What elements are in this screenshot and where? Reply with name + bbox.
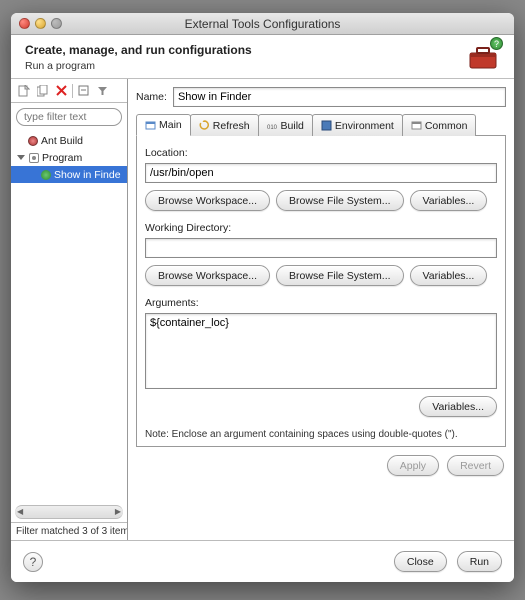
sidebar: Ant Build Program Show in Finde Filter m… [11, 79, 128, 540]
arguments-textarea[interactable] [145, 313, 497, 389]
filter-menu-icon[interactable] [94, 82, 111, 99]
working-directory-label: Working Directory: [145, 222, 497, 234]
wd-browse-filesystem-button[interactable]: Browse File System... [276, 265, 404, 286]
header-title: Create, manage, and run configurations [25, 43, 466, 57]
run-config-icon [41, 170, 51, 180]
window-title: External Tools Configurations [11, 17, 514, 31]
location-variables-button[interactable]: Variables... [410, 190, 488, 211]
help-button[interactable]: ? [23, 552, 43, 572]
tab-build[interactable]: 010 Build [258, 114, 313, 136]
footer: ? Close Run [11, 540, 514, 582]
location-input[interactable] [145, 163, 497, 183]
arguments-note: Note: Enclose an argument containing spa… [145, 429, 497, 440]
program-icon [29, 153, 39, 163]
name-input[interactable] [173, 87, 506, 107]
filter-input[interactable] [16, 108, 122, 126]
delete-config-icon[interactable] [53, 82, 70, 99]
tree-item-program[interactable]: Program [11, 149, 127, 166]
apply-button[interactable]: Apply [387, 455, 439, 476]
revert-button[interactable]: Revert [447, 455, 504, 476]
tab-environment[interactable]: Environment [312, 114, 403, 136]
wd-variables-button[interactable]: Variables... [410, 265, 488, 286]
tab-main[interactable]: Main [136, 114, 191, 136]
dialog-window: External Tools Configurations Create, ma… [11, 13, 514, 582]
location-browse-workspace-button[interactable]: Browse Workspace... [145, 190, 270, 211]
tree-label: Ant Build [41, 135, 83, 147]
main-tab-panel: Location: Browse Workspace... Browse Fil… [136, 136, 506, 447]
arguments-variables-button[interactable]: Variables... [419, 396, 497, 417]
horizontal-scrollbar[interactable] [15, 505, 123, 519]
sidebar-toolbar [11, 79, 127, 103]
close-button[interactable]: Close [394, 551, 447, 572]
disclosure-triangle-icon[interactable] [17, 155, 25, 160]
zoom-window-button[interactable] [51, 18, 62, 29]
new-config-icon[interactable] [15, 82, 32, 99]
run-button[interactable]: Run [457, 551, 502, 572]
close-window-button[interactable] [19, 18, 30, 29]
tab-bar: Main Refresh 010 Build Environment Commo… [136, 113, 506, 136]
arguments-label: Arguments: [145, 297, 497, 309]
tab-common[interactable]: Common [402, 114, 477, 136]
working-directory-input[interactable] [145, 238, 497, 258]
filter-status: Filter matched 3 of 3 item [11, 522, 127, 540]
tree-item-ant-build[interactable]: Ant Build [11, 132, 127, 149]
tree-label: Show in Finde [54, 169, 121, 181]
ant-icon [28, 136, 38, 146]
config-tree[interactable]: Ant Build Program Show in Finde [11, 130, 127, 502]
config-editor: Name: Main Refresh 010 Build E [128, 79, 514, 540]
minimize-window-button[interactable] [35, 18, 46, 29]
location-browse-filesystem-button[interactable]: Browse File System... [276, 190, 404, 211]
titlebar: External Tools Configurations [11, 13, 514, 35]
header-subtitle: Run a program [25, 60, 466, 72]
collapse-icon[interactable] [75, 82, 92, 99]
header: Create, manage, and run configurations R… [11, 35, 514, 79]
toolbox-icon: ? [466, 43, 500, 71]
svg-text:010: 010 [267, 125, 278, 131]
tab-refresh[interactable]: Refresh [190, 114, 259, 136]
tree-item-show-in-finder[interactable]: Show in Finde [11, 166, 127, 183]
wd-browse-workspace-button[interactable]: Browse Workspace... [145, 265, 270, 286]
duplicate-config-icon[interactable] [34, 82, 51, 99]
location-label: Location: [145, 147, 497, 159]
tree-label: Program [42, 152, 82, 164]
name-label: Name: [136, 91, 167, 103]
